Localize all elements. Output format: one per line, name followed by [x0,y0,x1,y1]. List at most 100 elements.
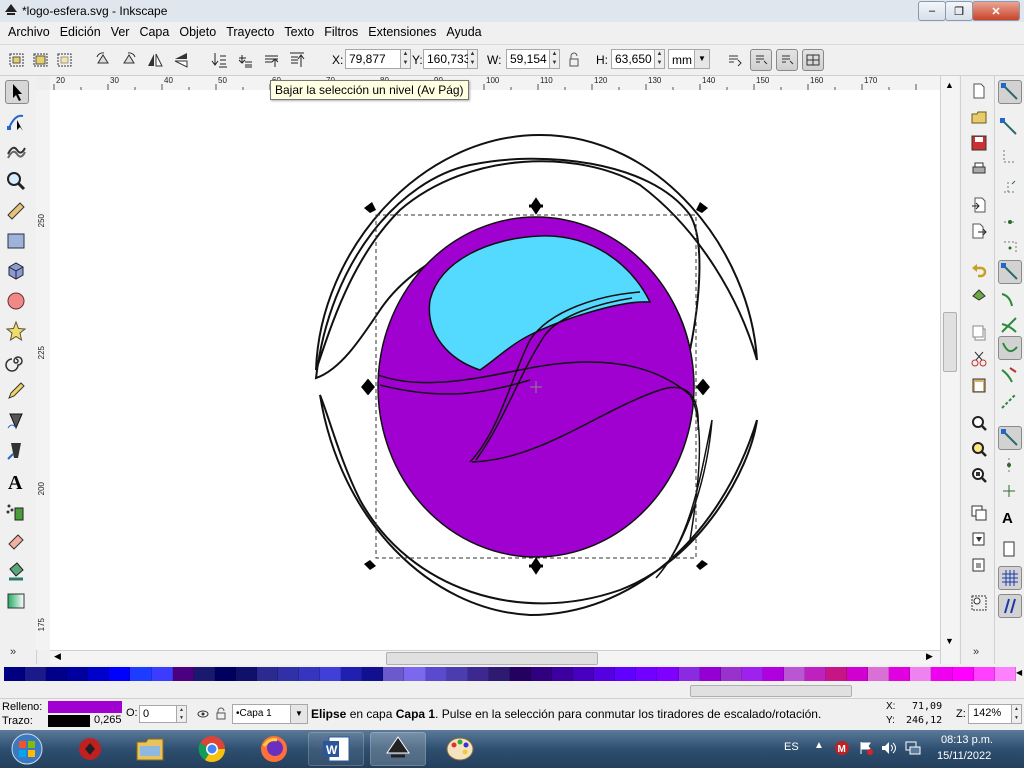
menu-capa[interactable]: Capa [135,25,173,39]
pencil-tool[interactable] [5,380,29,404]
palette-swatch[interactable] [804,667,827,681]
stroke-swatch[interactable] [48,715,90,727]
star-tool[interactable] [5,320,29,344]
vertical-scrollbar[interactable]: ▲ ▼ [940,76,959,664]
layer-lock-icon[interactable] [215,707,227,721]
palette-swatch[interactable] [404,667,426,681]
move-gradients-toggle[interactable] [776,49,798,71]
palette-swatch[interactable] [994,667,1016,681]
cut-icon[interactable] [970,350,988,368]
palette-swatch[interactable] [151,667,173,681]
select-all-layers-icon[interactable] [32,51,50,69]
opacity-input[interactable]: 0 [139,705,177,723]
lower-to-bottom-icon[interactable] [210,51,228,69]
ellipse-tool[interactable] [5,290,29,314]
x-stepper[interactable]: ▲ ▼ [401,49,411,69]
palette-swatch[interactable] [552,667,574,681]
palette-swatch[interactable] [383,667,405,681]
snap-page-border-icon[interactable] [998,538,1022,562]
maximize-button[interactable]: ❐ [945,1,973,21]
palette-swatch[interactable] [931,667,953,681]
close-button[interactable]: ✕ [972,1,1020,21]
deselect-icon[interactable] [56,51,74,69]
scroll-up-icon[interactable]: ▲ [945,80,954,90]
palette-swatches[interactable] [4,667,1016,681]
snap-intersection-icon[interactable] [998,314,1022,338]
group-icon[interactable] [970,594,988,612]
palette-swatch[interactable] [720,667,742,681]
palette-swatch[interactable] [699,667,721,681]
duplicate-icon[interactable] [970,504,988,522]
palette-swatch[interactable] [657,667,679,681]
3d-box-tool[interactable] [5,260,29,284]
palette-swatch[interactable] [299,667,321,681]
network-tray-icon[interactable] [904,740,922,756]
scroll-left-icon[interactable]: ◀ [54,651,61,662]
menu-trayecto[interactable]: Trayecto [222,25,278,39]
paint-bucket-tool[interactable] [5,560,29,584]
menu-edicion[interactable]: Edición [56,25,105,39]
pen-tool[interactable] [5,410,29,434]
palette-swatch[interactable] [278,667,300,681]
volume-tray-icon[interactable] [880,740,898,756]
layer-visibility-icon[interactable] [197,708,209,720]
palette-swatch[interactable] [973,667,995,681]
language-indicator[interactable]: ES [784,741,799,753]
palette-swatch[interactable] [826,667,848,681]
scroll-down-icon[interactable]: ▼ [945,636,954,646]
commands-overflow-icon[interactable]: » [973,646,979,658]
node-tool[interactable] [5,110,29,134]
palette-swatch[interactable] [910,667,932,681]
horizontal-scrollbar[interactable]: ◀ ▶ [50,650,940,665]
selector-tool[interactable] [5,80,29,104]
palette-swatch[interactable] [130,667,152,681]
snap-bbox-icon[interactable] [998,116,1022,140]
tweak-tool[interactable] [5,140,29,164]
snap-grid-toggle[interactable] [998,566,1022,590]
taskbar-explorer[interactable] [122,732,178,766]
palette-swatch[interactable] [193,667,215,681]
palette-menu-icon[interactable]: ◀ [1016,668,1022,677]
palette-swatch[interactable] [214,667,236,681]
snap-object-center-icon[interactable] [998,454,1022,478]
palette-swatch[interactable] [256,667,279,681]
h-stepper[interactable]: ▲ ▼ [655,49,665,69]
scale-stroke-icon[interactable] [726,51,744,69]
zoom-input[interactable]: 142% [968,704,1012,724]
unlink-clone-icon[interactable] [970,556,988,574]
rotate-cw-icon[interactable] [120,51,138,69]
toolbox-overflow-icon[interactable]: » [10,646,16,658]
stroke-width[interactable]: 0,265 [94,714,122,726]
lower-icon[interactable] [236,51,254,69]
drawing-canvas[interactable] [50,90,940,650]
snap-nodes-toggle[interactable] [998,260,1022,284]
palette-swatch[interactable] [594,667,616,681]
palette-scroll-thumb[interactable] [690,685,852,697]
save-icon[interactable] [970,134,988,152]
select-all-icon[interactable] [8,51,26,69]
palette-swatch[interactable] [678,667,700,681]
print-icon[interactable] [970,160,988,178]
eraser-tool[interactable] [5,530,29,554]
palette-swatch[interactable] [530,667,553,681]
palette-swatch[interactable] [46,667,68,681]
rectangle-tool[interactable] [5,230,29,254]
raise-icon[interactable] [262,51,280,69]
palette-swatch[interactable] [636,667,658,681]
start-button[interactable] [2,732,52,766]
redo-icon[interactable] [970,286,988,304]
snap-smooth-icon[interactable] [998,364,1022,388]
vertical-scroll-thumb[interactable] [943,312,957,372]
snap-text-baseline-icon[interactable]: A [998,506,1022,530]
palette-swatch[interactable] [847,667,869,681]
move-patterns-toggle[interactable] [802,49,824,71]
palette-swatch[interactable] [868,667,890,681]
paste-icon[interactable] [970,376,988,394]
menu-extensiones[interactable]: Extensiones [364,25,440,39]
palette-swatch[interactable] [952,667,974,681]
raise-to-top-icon[interactable] [288,51,306,69]
palette-swatch[interactable] [320,667,342,681]
horizontal-scroll-thumb[interactable] [386,652,598,665]
palette-swatch[interactable] [109,667,131,681]
opacity-stepper[interactable]: ▲ ▼ [177,705,187,723]
